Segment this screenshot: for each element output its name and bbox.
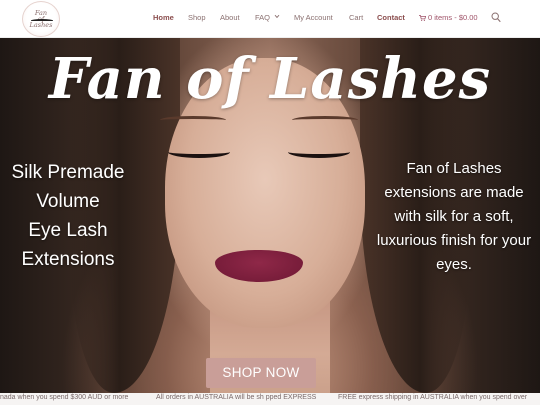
cart-icon [419, 15, 426, 21]
hero-banner: Fan of Lashes Silk Premade Volume Eye La… [0, 38, 540, 393]
nav-cart[interactable]: Cart [349, 13, 363, 22]
shop-now-button[interactable]: SHOP NOW [206, 358, 316, 388]
ticker-message: nada when you spend $300 AUD or more [0, 394, 129, 401]
hero-photo-brow-right [292, 116, 358, 124]
nav-about[interactable]: About [220, 13, 240, 22]
ticker-message: All orders in AUSTRALIA will be sh pped … [156, 394, 317, 401]
hero-left-text: Silk Premade Volume Eye Lash Extensions [4, 158, 132, 274]
hero-title: Fan of Lashes [48, 46, 492, 112]
hero-left-line: Silk Premade [11, 162, 125, 183]
cart-summary[interactable]: 0 items - $0.00 [419, 13, 478, 22]
nav-contact[interactable]: Contact [377, 13, 405, 22]
hero-right-text: Fan of Lashes extensions are made with s… [376, 160, 532, 273]
site-header: Fan of Lashes Home Shop About FAQ My Acc… [0, 0, 540, 38]
nav-home[interactable]: Home [153, 13, 174, 22]
nav-faq-label: FAQ [255, 13, 271, 22]
search-icon[interactable] [491, 12, 501, 23]
shipping-ticker: nada when you spend $300 AUD or more All… [0, 393, 540, 405]
hero-photo-brow-left [160, 116, 226, 124]
main-nav: Home Shop About FAQ My Account Cart Cont… [0, 0, 540, 38]
hero-left-line: Extensions [21, 249, 115, 270]
cart-summary-text: 0 items - $0.00 [428, 13, 478, 22]
chevron-down-icon [274, 14, 280, 19]
hero-photo-eye-right [288, 146, 350, 158]
hero-left-line: Volume [36, 191, 100, 212]
ticker-message: FREE express shipping in AUSTRALIA when … [338, 394, 528, 401]
nav-shop[interactable]: Shop [188, 13, 206, 22]
nav-my-account[interactable]: My Account [294, 13, 333, 22]
hero-photo-eye-left [168, 146, 230, 158]
nav-faq[interactable]: FAQ [255, 13, 280, 22]
hero-left-line: Eye Lash [28, 220, 108, 241]
